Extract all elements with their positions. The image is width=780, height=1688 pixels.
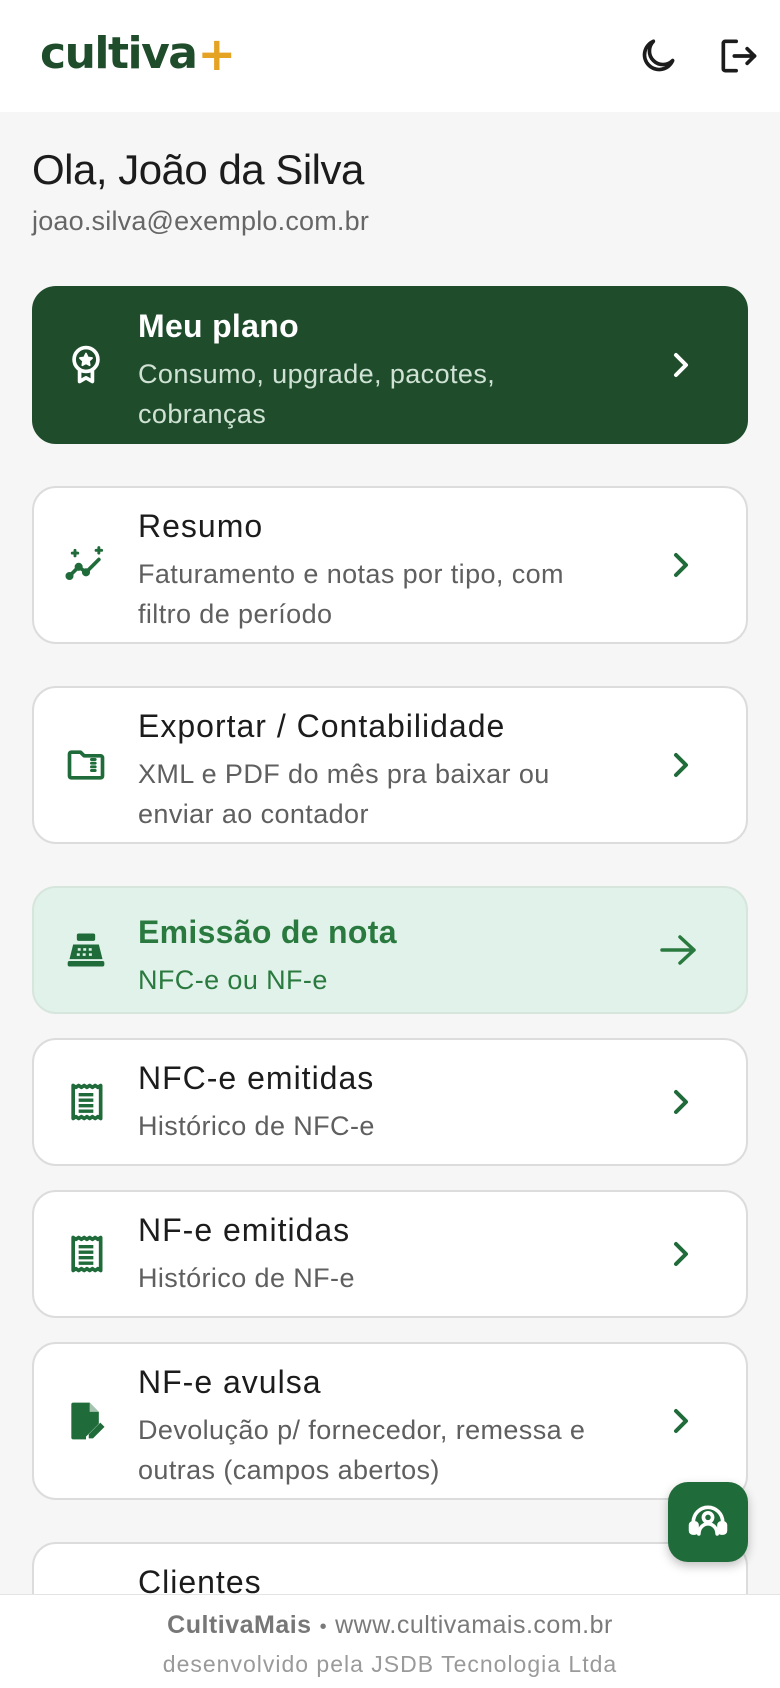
menu-card-nfe-emitidas[interactable]: NF-e emitidas Histórico de NF-e	[32, 1190, 748, 1318]
app-footer: CultivaMais • www.cultivamais.com.br desen…	[0, 1594, 780, 1688]
card-title: NF-e avulsa	[138, 1364, 322, 1400]
app-header: cultiva +	[0, 0, 780, 112]
menu-card-meu-plano[interactable]: Meu plano Consumo, upgrade, pacotes, cob…	[32, 286, 748, 444]
arrow-right-icon	[658, 932, 698, 968]
footer-site-link[interactable]: www.cultivamais.com.br	[335, 1611, 613, 1639]
card-title: NFC-e emitidas	[138, 1060, 375, 1096]
menu-card-emissao-de-nota[interactable]: Emissão de nota NFC-e ou NF-e	[32, 886, 748, 1014]
user-email: joao.silva@exemplo.com.br	[32, 206, 370, 236]
chevron-right-icon	[666, 747, 696, 783]
moon-icon	[642, 39, 675, 72]
menu-card-resumo[interactable]: Resumo Faturamento e notas por tipo, com…	[32, 486, 748, 644]
cash-register-icon	[62, 926, 110, 974]
card-title: Meu plano	[138, 308, 299, 344]
folder-zip-icon	[62, 741, 110, 789]
footer-brand-line: CultivaMais • www.cultivamais.com.br	[0, 1611, 780, 1640]
card-title: Resumo	[138, 508, 264, 544]
chevron-right-icon	[666, 1403, 696, 1439]
receipt-icon	[62, 1078, 110, 1126]
menu-card-nfe-avulsa[interactable]: NF-e avulsa Devolução p/ fornecedor, rem…	[32, 1342, 748, 1500]
card-subtitle: Histórico de NF-e	[138, 1263, 355, 1293]
chevron-right-icon	[666, 547, 696, 583]
footer-brand: CultivaMais	[167, 1611, 312, 1639]
card-title: NF-e emitidas	[138, 1212, 351, 1248]
logout-button[interactable]	[712, 30, 764, 82]
card-subtitle: Histórico de NFC-e	[138, 1111, 375, 1141]
card-subtitle: Devolução p/ fornecedor, remessa e outra…	[138, 1415, 586, 1485]
user-greeting: Ola, João da Silva	[32, 146, 364, 193]
card-subtitle: Faturamento e notas por tipo, com filtro…	[138, 559, 564, 629]
card-title: Emissão de nota	[138, 914, 397, 950]
menu-card-nfce-emitidas[interactable]: NFC-e emitidas Histórico de NFC-e	[32, 1038, 748, 1166]
menu-card-exportar-contabilidade[interactable]: Exportar / Contabilidade XML e PDF do mê…	[32, 686, 748, 844]
sparkline-icon	[62, 541, 110, 589]
card-subtitle: NFC-e ou NF-e	[138, 965, 328, 995]
card-subtitle: XML e PDF do mês pra baixar ou enviar ao…	[138, 759, 550, 829]
file-edit-icon	[62, 1397, 110, 1445]
logo-plus: +	[197, 26, 236, 81]
support-button[interactable]	[668, 1482, 748, 1562]
chevron-right-icon	[666, 347, 696, 383]
card-subtitle: Consumo, upgrade, pacotes, cobranças	[138, 359, 496, 429]
chevron-right-icon	[666, 1236, 696, 1272]
theme-toggle-button[interactable]	[632, 30, 684, 82]
footer-credit: desenvolvido pela JSDB Tecnologia Ltda	[162, 1651, 618, 1677]
cultiva-logo[interactable]: cultiva +	[40, 26, 236, 81]
logout-icon	[721, 39, 757, 73]
card-title: Exportar / Contabilidade	[138, 708, 506, 744]
chevron-right-icon	[666, 1084, 696, 1120]
award-icon	[62, 341, 110, 389]
receipt-icon	[62, 1230, 110, 1278]
support-agent-icon	[688, 1505, 728, 1536]
footer-separator: •	[319, 1616, 328, 1638]
logo-text: cultiva	[40, 28, 198, 79]
